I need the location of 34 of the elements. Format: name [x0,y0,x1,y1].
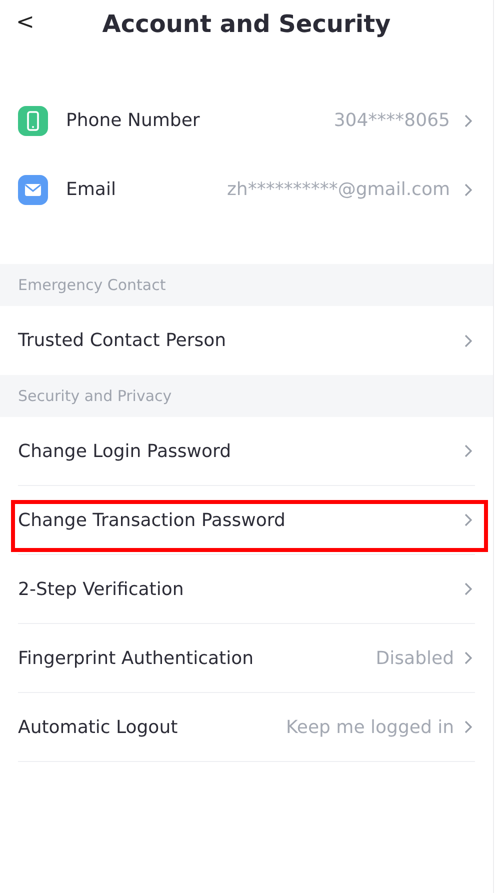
settings-row[interactable]: Trusted Contact Person [18,306,475,375]
row-label: Change Login Password [18,440,231,464]
row-label: Automatic Logout [18,716,178,740]
row-label: Email [66,178,116,202]
row-label: 2-Step Verification [18,578,184,602]
row-value: zh**********@gmail.com [226,178,450,202]
chevron-right-icon [464,720,473,734]
settings-row[interactable]: Automatic Logout Keep me logged in [18,693,475,762]
chevron-right-icon [464,182,473,196]
section-title: Security and Privacy [18,386,172,407]
phone-icon [18,106,48,136]
envelope-icon [18,174,48,204]
row-value: Keep me logged in [286,716,454,740]
page-title: Account and Security [102,9,391,40]
settings-row[interactable]: Fingerprint Authentication Disabled [18,624,475,693]
row-value: Disabled [376,646,454,670]
chevron-right-icon [464,582,473,596]
chevron-right-icon [464,651,473,665]
chevron-right-icon [464,444,473,458]
row-label: Fingerprint Authentication [18,646,254,670]
row-label: Trusted Contact Person [18,329,226,353]
chevron-right-icon [464,334,473,348]
account-row[interactable]: Phone Number 304****8065 [0,86,493,155]
settings-row[interactable]: 2-Step Verification [18,555,475,624]
row-value: 304****8065 [334,109,450,133]
row-label: Phone Number [66,109,200,133]
settings-row[interactable]: Change Transaction Password [18,486,475,555]
account-row[interactable]: Email zh**********@gmail.com [0,155,493,224]
chevron-right-icon [464,114,473,128]
row-label: Change Transaction Password [18,508,286,532]
settings-row[interactable]: Change Login Password [18,417,475,486]
chevron-right-icon [464,513,473,527]
back-button[interactable]: < [16,6,34,39]
section-title: Emergency Contact [18,274,166,296]
